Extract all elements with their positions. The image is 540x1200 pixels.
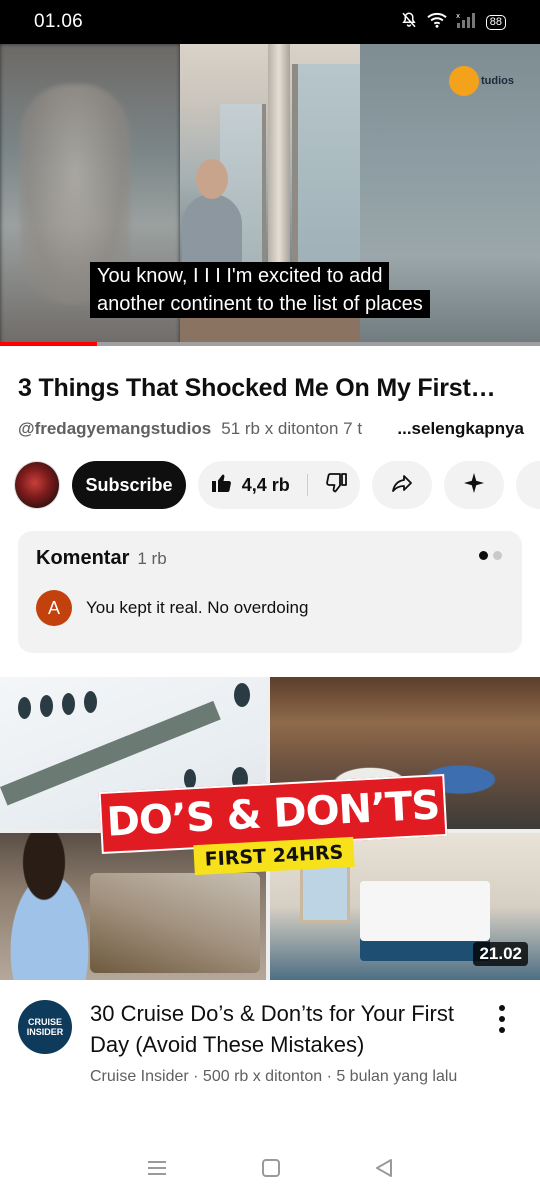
remix-button[interactable]	[443, 461, 504, 509]
next-video-title[interactable]: 30 Cruise Do’s & Don’ts for Your First D…	[90, 998, 470, 1060]
caption-line-2: another continent to the list of places	[90, 290, 430, 318]
like-divider	[306, 474, 308, 496]
next-channel-avatar[interactable]: CRUISE INSIDER	[18, 1000, 72, 1054]
progress-fill	[0, 342, 98, 346]
next-video-thumbnail[interactable]: DO’S & DON’TS FIRST 24HRS 21.02	[0, 677, 540, 980]
status-icons: x 88	[400, 11, 506, 34]
comments-header: Komentar 1 rb	[36, 547, 504, 570]
channel-handle[interactable]: @fredagyemangstudios	[18, 419, 211, 439]
share-icon	[390, 471, 414, 500]
commenter-avatar: A	[36, 590, 72, 626]
signal-icon: x	[456, 11, 478, 34]
mute-icon	[400, 11, 418, 34]
nav-back-icon[interactable]	[374, 1158, 394, 1183]
video-meta[interactable]: @fredagyemangstudios 51 rb x ditonton 7 …	[18, 419, 524, 439]
dislike-icon	[324, 472, 348, 499]
watermark-logo-icon	[449, 66, 479, 96]
channel-watermark: tudios	[449, 66, 514, 96]
comments-card[interactable]: Komentar 1 rb A You kept it real. No ove…	[18, 531, 522, 653]
show-more-link[interactable]: ...selengkapnya	[393, 419, 524, 439]
carousel-dots	[479, 551, 502, 560]
like-dislike-group: 4,4 rb	[197, 461, 361, 509]
view-count: 51 rb x ditonton 7 t	[221, 419, 363, 438]
comments-count: 1 rb	[137, 549, 167, 568]
system-nav-bar	[0, 1140, 540, 1200]
like-count: 4,4 rb	[241, 474, 290, 495]
wifi-icon	[426, 11, 448, 34]
channel-avatar[interactable]	[14, 461, 61, 509]
video-duration: 21.02	[473, 942, 528, 966]
like-icon	[210, 471, 234, 500]
next-video-meta: Cruise Insider · 500 rb x ditonton · 5 b…	[90, 1068, 458, 1085]
video-player[interactable]: tudios You know, I I I I'm excited to ad…	[0, 44, 540, 346]
comments-title: Komentar	[36, 547, 130, 569]
carousel-dot-active	[479, 551, 488, 560]
status-bar: 01.06 x 88	[0, 0, 540, 44]
comment-text: You kept it real. No overdoing	[86, 598, 309, 617]
more-actions-button[interactable]	[515, 461, 540, 509]
nav-recents-icon[interactable]	[146, 1159, 168, 1182]
next-video-info[interactable]: CRUISE INSIDER 30 Cruise Do’s & Don’ts f…	[18, 998, 522, 1118]
nav-home-icon[interactable]	[261, 1158, 281, 1183]
svg-text:x: x	[456, 12, 460, 20]
carousel-dot	[493, 551, 502, 560]
battery-icon: 88	[485, 14, 506, 30]
top-comment: A You kept it real. No overdoing	[36, 590, 504, 626]
like-button[interactable]: 4,4 rb	[210, 471, 290, 500]
remix-icon	[462, 471, 486, 500]
status-time: 01.06	[34, 11, 84, 32]
progress-bar[interactable]	[0, 342, 540, 346]
watermark-text: tudios	[481, 75, 514, 87]
action-row: Subscribe 4,4 rb	[14, 461, 540, 509]
subscribe-button[interactable]: Subscribe	[72, 461, 186, 509]
more-vert-icon[interactable]	[496, 1004, 508, 1034]
dislike-button[interactable]	[324, 471, 348, 500]
share-button[interactable]	[372, 461, 432, 509]
subtitle-caption: You know, I I I I'm excited to add anoth…	[90, 262, 452, 318]
caption-line-1: You know, I I I I'm excited to add	[90, 262, 390, 290]
video-title[interactable]: 3 Things That Shocked Me On My First…	[18, 374, 524, 403]
